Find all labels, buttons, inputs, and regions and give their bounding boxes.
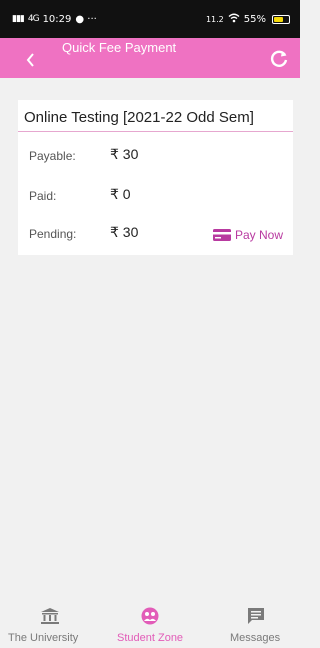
refresh-button[interactable] xyxy=(268,48,290,70)
card-title: Online Testing [2021-22 Odd Sem] xyxy=(24,109,254,126)
pending-amount: ₹ 30 xyxy=(110,224,139,240)
nav-item-the-university[interactable]: The University xyxy=(0,604,100,648)
pending-label: Pending: xyxy=(29,227,77,241)
page-title: Quick Fee Payment xyxy=(62,40,177,55)
nav-label-student-zone: Student Zone xyxy=(117,632,184,644)
status-notification-icons: ● ··· xyxy=(75,13,97,25)
student-zone-icon xyxy=(141,607,159,625)
app-header: Quick Fee Payment xyxy=(0,38,300,78)
paid-label: Paid: xyxy=(29,189,57,203)
pay-now-button[interactable]: Pay Now xyxy=(212,225,283,245)
paid-amount: ₹ 0 xyxy=(110,186,131,202)
status-left: ▮▮▮ 4G 10:29 ● ··· xyxy=(12,14,97,25)
bottom-nav: The University Student Zone Messages xyxy=(0,604,300,648)
pay-now-label: Pay Now xyxy=(234,228,283,242)
battery-percent: 55% xyxy=(243,13,266,25)
card-divider xyxy=(18,131,293,132)
nav-item-student-zone[interactable]: Student Zone xyxy=(100,604,200,648)
paid-row: Paid: ₹ 0 xyxy=(18,185,293,209)
signal-4g-icon: 4G xyxy=(27,14,40,24)
pending-row: Pending: ₹ 30 Pay Now xyxy=(18,223,293,247)
payable-row: Payable: ₹ 30 xyxy=(18,145,293,169)
credit-card-icon xyxy=(212,229,231,241)
payable-amount: ₹ 30 xyxy=(110,146,139,162)
refresh-icon xyxy=(270,50,288,67)
status-bar: ▮▮▮ 4G 10:29 ● ··· 11.2 55% xyxy=(0,0,300,38)
fee-card: Online Testing [2021-22 Odd Sem] Payable… xyxy=(18,100,293,255)
status-right: 11.2 55% xyxy=(206,13,290,26)
network-speed: 11.2 xyxy=(205,14,224,24)
chevron-left-icon xyxy=(26,53,34,67)
battery-icon xyxy=(272,14,290,24)
wifi-icon xyxy=(228,13,240,26)
nav-label-the-university: The University xyxy=(8,632,79,644)
messages-icon xyxy=(248,608,264,624)
back-button[interactable] xyxy=(20,48,40,72)
signal-icon: ▮▮▮ xyxy=(12,14,25,24)
nav-label-messages: Messages xyxy=(230,632,281,644)
payable-label: Payable: xyxy=(29,149,76,163)
university-icon xyxy=(41,608,59,624)
status-time: 10:29 xyxy=(42,13,72,25)
nav-item-messages[interactable]: Messages xyxy=(200,604,300,648)
